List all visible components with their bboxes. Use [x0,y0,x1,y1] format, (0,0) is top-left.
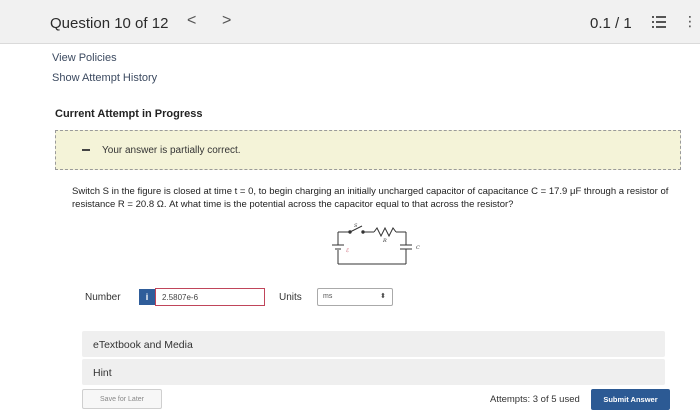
show-attempt-history-link[interactable]: Show Attempt History [52,72,157,84]
more-options-icon[interactable]: ⋮ [683,14,697,28]
switch-label: S [354,223,358,229]
top-bar: Question 10 of 12 < > 0.1 / 1 ⋮ [0,0,700,44]
resistor-label: R [382,238,387,244]
save-for-later-button[interactable]: Save for Later [82,389,162,409]
previous-question-button[interactable]: < [187,12,196,30]
answer-number-input[interactable] [155,288,265,306]
attempts-counter: Attempts: 3 of 5 used [490,394,580,405]
circuit-diagram: S R C ℰ [332,223,420,265]
units-label: Units [279,292,302,303]
capacitor-label: C [416,245,420,251]
battery-label: ℰ [346,248,349,254]
next-question-button[interactable]: > [222,12,231,30]
hint-label: Hint [93,367,112,379]
hint-panel[interactable]: Hint [82,359,665,385]
info-icon[interactable]: i [139,289,155,305]
etextbook-media-panel[interactable]: eTextbook and Media [82,331,665,357]
units-select[interactable]: ms ⬍ [317,288,393,306]
view-policies-link[interactable]: View Policies [52,52,117,64]
score: 0.1 / 1 [590,15,632,32]
attempt-heading: Current Attempt in Progress [55,108,203,120]
submit-answer-button[interactable]: Submit Answer [591,389,670,410]
select-arrows-icon: ⬍ [380,293,386,300]
units-selected-value: ms [323,293,333,300]
number-label: Number [85,292,121,303]
question-list-icon[interactable] [652,16,666,28]
feedback-banner: Your answer is partially correct. [55,130,681,170]
partial-correct-icon [82,149,90,151]
feedback-message: Your answer is partially correct. [102,145,241,156]
question-text: Switch S in the figure is closed at time… [72,186,669,210]
question-title: Question 10 of 12 [50,15,169,32]
etextbook-media-label: eTextbook and Media [93,339,193,351]
